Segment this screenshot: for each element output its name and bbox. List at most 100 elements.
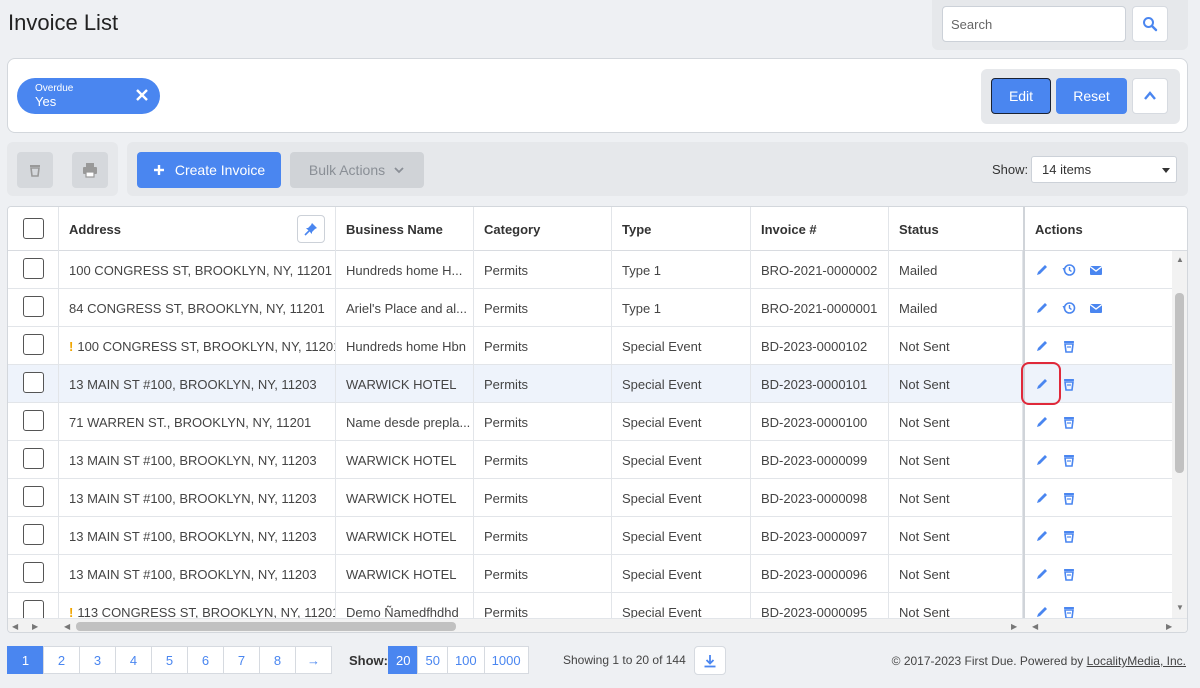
column-category-label: Category bbox=[484, 222, 541, 237]
cell-status-text: Mailed bbox=[899, 263, 938, 278]
page-size-100[interactable]: 100 bbox=[446, 646, 485, 674]
cell-address-text: 84 CONGRESS ST, BROOKLYN, NY, 11201 bbox=[69, 301, 325, 316]
scroll-left-icon[interactable]: ◀ bbox=[1032, 622, 1038, 631]
edit-icon[interactable] bbox=[1035, 567, 1049, 581]
cell-status-text: Not Sent bbox=[899, 605, 950, 618]
table-row[interactable]: ! 113 CONGRESS ST, BROOKLYN, NY, 11201 Dem… bbox=[8, 593, 1172, 618]
cell-type-text: Type 1 bbox=[622, 301, 662, 316]
page-size-1000[interactable]: 1000 bbox=[483, 646, 529, 674]
column-category[interactable]: Category bbox=[474, 207, 612, 251]
pin-column-button[interactable] bbox=[297, 215, 325, 243]
table-row[interactable]: 71 WARREN ST., BROOKLYN, NY, 11201 Name d… bbox=[8, 403, 1172, 441]
row-checkbox[interactable] bbox=[23, 448, 44, 469]
table-row[interactable]: 100 CONGRESS ST, BROOKLYN, NY, 11201 Hund… bbox=[8, 251, 1172, 289]
search-button[interactable] bbox=[1132, 6, 1168, 42]
page-button-8[interactable]: 8 bbox=[259, 646, 296, 674]
scroll-left-icon[interactable]: ◀ bbox=[64, 622, 70, 631]
row-select-cell bbox=[8, 517, 59, 555]
collapse-filters-button[interactable] bbox=[1132, 78, 1168, 114]
page-button-1[interactable]: 1 bbox=[7, 646, 44, 674]
cell-status: Not Sent bbox=[889, 441, 1023, 479]
scroll-right-icon[interactable]: ▶ bbox=[1011, 622, 1017, 631]
row-checkbox[interactable] bbox=[23, 296, 44, 317]
search-input[interactable] bbox=[942, 6, 1126, 42]
edit-icon[interactable] bbox=[1035, 529, 1049, 543]
edit-icon[interactable] bbox=[1035, 263, 1049, 277]
column-type[interactable]: Type bbox=[612, 207, 751, 251]
table-row[interactable]: 13 MAIN ST #100, BROOKLYN, NY, 11203 WARW… bbox=[8, 555, 1172, 593]
delete-icon[interactable] bbox=[1062, 491, 1076, 505]
row-checkbox[interactable] bbox=[23, 600, 44, 618]
scroll-right-icon[interactable]: ▶ bbox=[32, 622, 38, 631]
delete-icon[interactable] bbox=[1062, 339, 1076, 353]
row-checkbox[interactable] bbox=[23, 562, 44, 583]
powered-by-link[interactable]: LocalityMedia, Inc. bbox=[1087, 654, 1186, 668]
page-button-7[interactable]: 7 bbox=[223, 646, 260, 674]
delete-icon[interactable] bbox=[1062, 529, 1076, 543]
horizontal-scrollbar[interactable]: ◀ ▶ ◀ ▶ ◀ ▶ bbox=[8, 618, 1187, 632]
history-icon[interactable] bbox=[1062, 301, 1076, 315]
cell-status-text: Not Sent bbox=[899, 567, 950, 582]
column-invoice-number[interactable]: Invoice # bbox=[751, 207, 889, 251]
column-business-name[interactable]: Business Name bbox=[336, 207, 474, 251]
edit-icon[interactable] bbox=[1035, 491, 1049, 505]
row-checkbox[interactable] bbox=[23, 334, 44, 355]
horizontal-scrollbar-thumb[interactable] bbox=[76, 622, 456, 631]
history-icon[interactable] bbox=[1062, 263, 1076, 277]
edit-icon[interactable] bbox=[1035, 301, 1049, 315]
email-icon[interactable] bbox=[1089, 263, 1103, 277]
column-status[interactable]: Status bbox=[889, 207, 1024, 251]
column-address[interactable]: Address bbox=[59, 207, 336, 251]
email-icon[interactable] bbox=[1089, 301, 1103, 315]
edit-icon[interactable] bbox=[1035, 415, 1049, 429]
row-checkbox[interactable] bbox=[23, 258, 44, 279]
row-checkbox[interactable] bbox=[23, 486, 44, 507]
cell-invoice-number-text: BD-2023-0000097 bbox=[761, 529, 868, 544]
page-button-4[interactable]: 4 bbox=[115, 646, 152, 674]
edit-icon[interactable] bbox=[1035, 339, 1049, 353]
page-button-3[interactable]: 3 bbox=[79, 646, 116, 674]
delete-icon[interactable] bbox=[1062, 605, 1076, 618]
page-button-5[interactable]: 5 bbox=[151, 646, 188, 674]
create-invoice-button[interactable]: Create Invoice bbox=[137, 152, 281, 188]
delete-icon[interactable] bbox=[1062, 377, 1076, 391]
select-all-checkbox[interactable] bbox=[23, 218, 44, 239]
scroll-left-icon[interactable]: ◀ bbox=[12, 622, 18, 631]
vertical-scrollbar-thumb[interactable] bbox=[1175, 293, 1184, 473]
table-row[interactable]: 13 MAIN ST #100, BROOKLYN, NY, 11203 WARW… bbox=[8, 441, 1172, 479]
edit-icon[interactable] bbox=[1035, 605, 1049, 618]
table-row[interactable]: 13 MAIN ST #100, BROOKLYN, NY, 11203 WARW… bbox=[8, 365, 1172, 403]
table-row[interactable]: 13 MAIN ST #100, BROOKLYN, NY, 11203 WARW… bbox=[8, 517, 1172, 555]
delete-icon[interactable] bbox=[1062, 453, 1076, 467]
row-select-cell bbox=[8, 365, 59, 403]
row-checkbox[interactable] bbox=[23, 524, 44, 545]
bulk-actions-dropdown[interactable]: Bulk Actions bbox=[290, 152, 424, 188]
scroll-down-icon[interactable]: ▼ bbox=[1176, 603, 1184, 612]
table-row[interactable]: 84 CONGRESS ST, BROOKLYN, NY, 11201 Ariel… bbox=[8, 289, 1172, 327]
row-checkbox[interactable] bbox=[23, 410, 44, 431]
row-checkbox[interactable] bbox=[23, 372, 44, 393]
download-button[interactable] bbox=[694, 646, 726, 675]
next-page-button[interactable]: → bbox=[295, 646, 332, 674]
delete-icon[interactable] bbox=[1062, 415, 1076, 429]
print-button[interactable] bbox=[72, 152, 108, 188]
scroll-up-icon[interactable]: ▲ bbox=[1176, 255, 1184, 264]
page-button-2[interactable]: 2 bbox=[43, 646, 80, 674]
reset-filters-button[interactable]: Reset bbox=[1056, 78, 1127, 114]
page-size-50[interactable]: 50 bbox=[417, 646, 448, 674]
edit-icon[interactable] bbox=[1035, 453, 1049, 467]
delete-button[interactable] bbox=[17, 152, 53, 188]
page-button-6[interactable]: 6 bbox=[187, 646, 224, 674]
scroll-right-icon[interactable]: ▶ bbox=[1166, 622, 1172, 631]
page-size-20[interactable]: 20 bbox=[388, 646, 419, 674]
table-row[interactable]: ! 100 CONGRESS ST, BROOKLYN, NY, 11201 Hun… bbox=[8, 327, 1172, 365]
filter-chip-overdue[interactable]: Overdue Yes bbox=[17, 78, 160, 114]
table-row[interactable]: 13 MAIN ST #100, BROOKLYN, NY, 11203 WARW… bbox=[8, 479, 1172, 517]
show-items-select[interactable]: 14 items bbox=[1031, 156, 1177, 183]
edit-filters-button[interactable]: Edit bbox=[991, 78, 1051, 114]
delete-icon[interactable] bbox=[1062, 567, 1076, 581]
cell-type: Special Event bbox=[612, 555, 751, 593]
vertical-scrollbar[interactable]: ▲ ▼ bbox=[1172, 251, 1187, 618]
close-icon[interactable] bbox=[134, 87, 150, 103]
cell-status: Mailed bbox=[889, 289, 1023, 327]
